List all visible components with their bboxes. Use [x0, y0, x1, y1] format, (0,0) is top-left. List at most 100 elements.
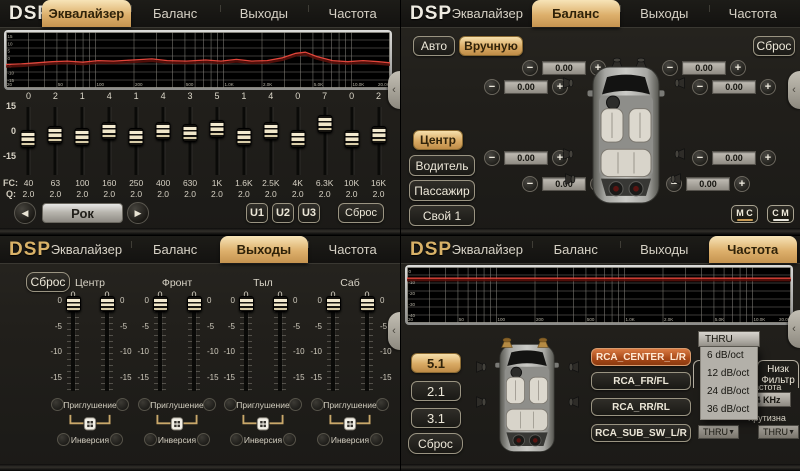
slider-handle[interactable] — [183, 124, 198, 142]
eq-band-63: 2 — [42, 90, 69, 178]
tab-frequency[interactable]: Частота — [308, 236, 397, 263]
plus-button[interactable]: + — [730, 60, 746, 76]
config-21-button[interactable]: 2.1 — [411, 381, 461, 401]
position-passenger-button[interactable]: Пассажир — [409, 180, 475, 201]
mute-row: Приглушение — [46, 398, 134, 412]
link-channels-icon[interactable] — [62, 414, 118, 434]
link-channels-icon[interactable] — [322, 414, 378, 434]
tab-balance[interactable]: Баланс — [532, 236, 621, 263]
eq-band-6.3K: 7 — [311, 90, 338, 178]
slider-handle[interactable] — [102, 122, 117, 140]
slide-out-handle[interactable]: ‹ — [388, 71, 400, 109]
tab-balance[interactable]: Баланс — [131, 0, 220, 27]
slider-handle[interactable] — [263, 122, 278, 140]
rca-sub-button[interactable]: RCA_SUB_SW_L/R — [591, 424, 691, 442]
minus-button[interactable]: − — [484, 150, 500, 166]
mute-checkbox-right[interactable] — [289, 398, 302, 411]
slider-handle[interactable] — [66, 296, 81, 312]
user-preset-u2-button[interactable]: U2 — [272, 203, 294, 223]
minus-button[interactable]: − — [692, 79, 708, 95]
tab-outputs[interactable]: Выходы — [220, 236, 309, 263]
tab-frequency[interactable]: Частота — [709, 0, 798, 27]
slider-handle[interactable] — [236, 128, 251, 146]
slope-combo-left[interactable]: THRU ▼ — [698, 425, 739, 439]
config-31-button[interactable]: 3.1 — [411, 408, 461, 428]
eq-reset-button[interactable]: Сброс — [338, 203, 384, 223]
frequency-reset-button[interactable]: Сброс — [408, 433, 463, 454]
position-custom-button[interactable]: Свой 1 — [409, 205, 475, 226]
slider-handle[interactable] — [48, 126, 63, 144]
minus-button[interactable]: − — [522, 176, 538, 192]
slider-handle[interactable] — [317, 115, 332, 133]
slide-out-handle[interactable]: ‹ — [788, 310, 800, 348]
tab-equalizer[interactable]: Эквалайзер — [443, 0, 532, 27]
mute-checkbox-right[interactable] — [203, 398, 216, 411]
config-51-button[interactable]: 5.1 — [411, 353, 461, 373]
rca-rear-button[interactable]: RCA_RR/RL — [591, 398, 691, 416]
user-preset-u3-button[interactable]: U3 — [298, 203, 320, 223]
slider-handle[interactable] — [273, 296, 288, 312]
dropdown-option-0[interactable]: 6 dB/oct — [701, 347, 757, 365]
slider-handle[interactable] — [156, 122, 171, 140]
preset-next-button[interactable]: ▶ — [127, 202, 149, 224]
slider-handle[interactable] — [344, 130, 359, 148]
link-channels-icon[interactable] — [235, 414, 291, 434]
preset-button[interactable]: Рок — [42, 203, 123, 223]
position-center-button[interactable]: Центр — [413, 130, 463, 150]
tab-balance[interactable]: Баланс — [532, 0, 621, 27]
mute-checkbox-right[interactable] — [116, 398, 129, 411]
slider-handle[interactable] — [360, 296, 375, 312]
tab-frequency[interactable]: Частота — [709, 236, 798, 263]
minus-button[interactable]: − — [484, 79, 500, 95]
tab-outputs[interactable]: Выходы — [620, 0, 709, 27]
slider-handle[interactable] — [290, 130, 305, 148]
rca-front-button[interactable]: RCA_FR/FL — [591, 372, 691, 390]
rca-center-button[interactable]: RCA_CENTER_L/R — [591, 348, 691, 366]
tab-frequency[interactable]: Частота — [308, 0, 397, 27]
minus-button[interactable]: − — [692, 150, 708, 166]
balance-manual-button[interactable]: Вручную — [459, 36, 523, 56]
invert-checkbox-right[interactable] — [370, 433, 383, 446]
slider-handle[interactable] — [326, 296, 341, 312]
slider-handle[interactable] — [75, 128, 90, 146]
minus-button[interactable]: − — [522, 60, 538, 76]
plus-button[interactable]: + — [734, 176, 750, 192]
mc-mode-button[interactable]: M C — [731, 205, 758, 223]
invert-checkbox-right[interactable] — [110, 433, 123, 446]
slider-handle[interactable] — [21, 130, 36, 148]
dropdown-option-2[interactable]: 24 dB/oct — [701, 383, 757, 401]
tab-outputs[interactable]: Выходы — [220, 0, 309, 27]
cm-mode-button[interactable]: C M — [767, 205, 794, 223]
preset-prev-button[interactable]: ◀ — [14, 202, 36, 224]
tab-equalizer[interactable]: Эквалайзер — [42, 0, 131, 27]
scale-label: -10 — [135, 347, 149, 356]
slope-dropdown-selected[interactable]: THRU — [698, 331, 760, 347]
slider-handle[interactable] — [239, 296, 254, 312]
slider-handle[interactable] — [371, 126, 386, 144]
slide-out-handle[interactable]: ‹ — [388, 312, 400, 350]
tab-outputs[interactable]: Выходы — [620, 236, 709, 263]
slider-handle[interactable] — [187, 296, 202, 312]
slider-handle[interactable] — [100, 296, 115, 312]
slider-handle[interactable] — [129, 128, 144, 146]
tab-equalizer[interactable]: Эквалайзер — [42, 236, 131, 263]
dropdown-option-1[interactable]: 12 dB/oct — [701, 365, 757, 383]
mute-checkbox-right[interactable] — [376, 398, 389, 411]
slider-handle[interactable] — [153, 296, 168, 312]
plus-button[interactable]: + — [760, 79, 776, 95]
slider-handle[interactable] — [209, 120, 224, 138]
dropdown-option-3[interactable]: 36 dB/oct — [701, 401, 757, 419]
slide-out-handle[interactable]: ‹ — [788, 71, 800, 109]
balance-auto-button[interactable]: Авто — [413, 36, 455, 56]
link-channels-icon[interactable] — [149, 414, 205, 434]
slope-combo-right[interactable]: THRU ▼ — [758, 425, 799, 439]
invert-checkbox-right[interactable] — [283, 433, 296, 446]
plus-button[interactable]: + — [760, 150, 776, 166]
svg-text:10.0K: 10.0K — [753, 317, 765, 322]
user-preset-u1-button[interactable]: U1 — [246, 203, 268, 223]
balance-reset-button[interactable]: Сброс — [753, 36, 795, 56]
invert-checkbox-right[interactable] — [197, 433, 210, 446]
position-driver-button[interactable]: Водитель — [409, 155, 475, 176]
tab-balance[interactable]: Баланс — [131, 236, 220, 263]
tab-equalizer[interactable]: Эквалайзер — [443, 236, 532, 263]
